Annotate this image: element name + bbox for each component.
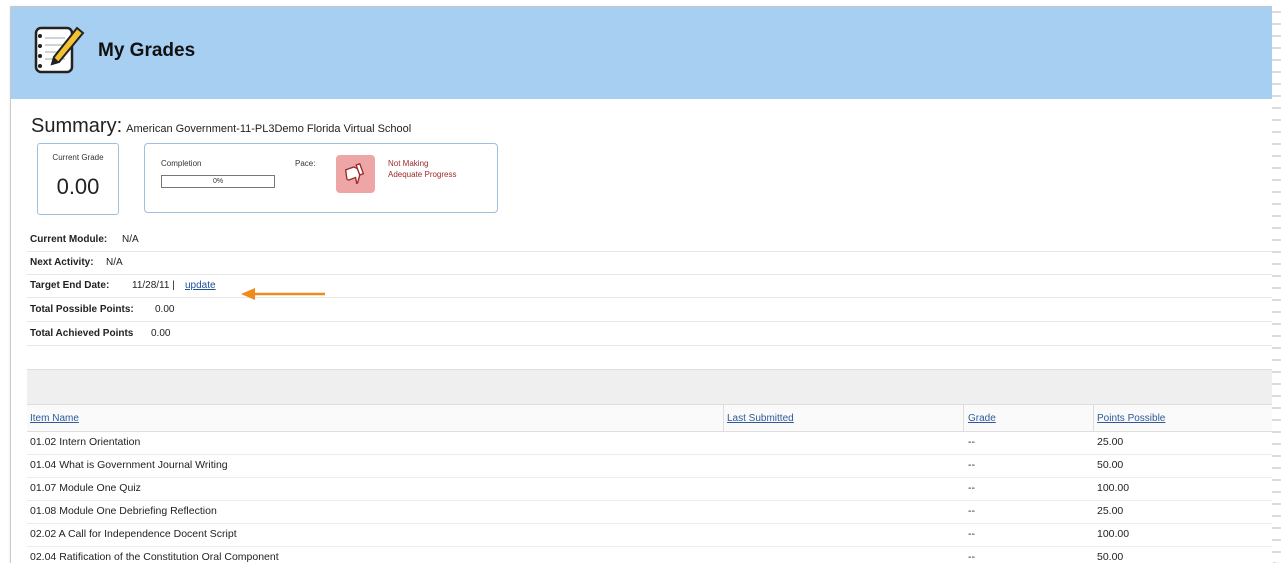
table-toolbar-band (27, 369, 1273, 404)
current-module-value: N/A (122, 234, 139, 245)
summary-label: Summary: (31, 115, 123, 137)
total-possible-label: Total Possible Points: (30, 304, 134, 315)
grade-cell: -- (968, 505, 975, 517)
table-header: Item Name Last Submitted Grade Points Po… (27, 404, 1273, 432)
column-header-last-submitted[interactable]: Last Submitted (727, 413, 794, 424)
left-arrow-icon (241, 288, 325, 300)
target-end-date-row: Target End Date: 11/28/11 | update (27, 275, 1273, 298)
course-name: American Government-11-PL3Demo Florida V… (126, 123, 412, 135)
grade-cell: -- (968, 436, 975, 448)
summary-heading: Summary: American Government-11-PL3Demo F… (31, 115, 411, 138)
grade-cell: -- (968, 551, 975, 563)
points-possible-cell: 100.00 (1097, 482, 1130, 494)
column-header-points-possible[interactable]: Points Possible (1097, 413, 1165, 424)
current-grade-value: 0.00 (56, 174, 100, 199)
item-name-cell: 02.02 A Call for Independence Docent Scr… (30, 528, 237, 540)
item-name-cell: 01.08 Module One Debriefing Reflection (30, 505, 217, 517)
completion-percent: 0% (212, 178, 224, 185)
notepad-pencil-icon (33, 24, 85, 76)
grade-cell: -- (968, 482, 975, 494)
next-activity-value: N/A (106, 257, 123, 268)
grade-cell: -- (968, 528, 975, 540)
progress-box: Completion 0% Pace: Not Making Adequate … (144, 143, 498, 213)
target-end-date-value: 11/28/11 | (132, 280, 175, 291)
page-title: My Grades (98, 40, 196, 61)
column-divider (723, 405, 724, 431)
item-name-cell: 01.02 Intern Orientation (30, 436, 141, 448)
completion-progress-bar: 0% (161, 175, 275, 188)
column-divider (963, 405, 964, 431)
points-possible-cell: 50.00 (1097, 551, 1124, 563)
total-achieved-value: 0.00 (151, 328, 171, 339)
pace-status: Not Making Adequate Progress (388, 159, 457, 179)
table-row: 02.04 Ratification of the Constitution O… (27, 546, 1273, 563)
table-row: 01.08 Module One Debriefing Reflection -… (27, 500, 1273, 524)
grade-cell: -- (968, 459, 975, 471)
current-grade-box: Current Grade 0.00 (37, 143, 119, 215)
total-possible-row: Total Possible Points: 0.00 (27, 299, 1273, 322)
item-name-cell: 02.04 Ratification of the Constitution O… (30, 551, 279, 563)
points-possible-cell: 25.00 (1097, 505, 1124, 517)
column-divider (1093, 405, 1094, 431)
table-row: 01.04 What is Government Journal Writing… (27, 454, 1273, 478)
update-link[interactable]: update (185, 280, 216, 291)
page-header: My Grades (11, 7, 1273, 99)
total-possible-value: 0.00 (155, 304, 175, 315)
points-possible-cell: 100.00 (1097, 528, 1130, 540)
torn-edge (1272, 6, 1281, 562)
table-row: 02.02 A Call for Independence Docent Scr… (27, 523, 1273, 547)
points-possible-cell: 50.00 (1097, 459, 1124, 471)
points-possible-cell: 25.00 (1097, 436, 1124, 448)
table-row: 01.07 Module One Quiz -- 100.00 (27, 477, 1273, 501)
current-module-row: Current Module: N/A (27, 229, 1273, 252)
table-row: 01.02 Intern Orientation -- 25.00 (27, 431, 1273, 455)
item-name-cell: 01.07 Module One Quiz (30, 482, 141, 494)
item-name-cell: 01.04 What is Government Journal Writing (30, 459, 228, 471)
total-achieved-label: Total Achieved Points (30, 328, 134, 339)
pace-label: Pace: (295, 159, 316, 168)
grades-window: My Grades Summary: American Government-11… (10, 6, 1273, 563)
thumbs-down-icon (336, 155, 375, 193)
column-header-grade[interactable]: Grade (968, 413, 996, 424)
current-grade-caption: Current Grade (52, 153, 104, 162)
completion-label: Completion (161, 159, 202, 168)
next-activity-row: Next Activity: N/A (27, 252, 1273, 275)
target-end-date-label: Target End Date: (30, 280, 110, 291)
total-achieved-row: Total Achieved Points 0.00 (27, 323, 1273, 346)
next-activity-label: Next Activity: (30, 257, 94, 268)
column-header-item-name[interactable]: Item Name (30, 413, 79, 424)
current-module-label: Current Module: (30, 234, 108, 245)
